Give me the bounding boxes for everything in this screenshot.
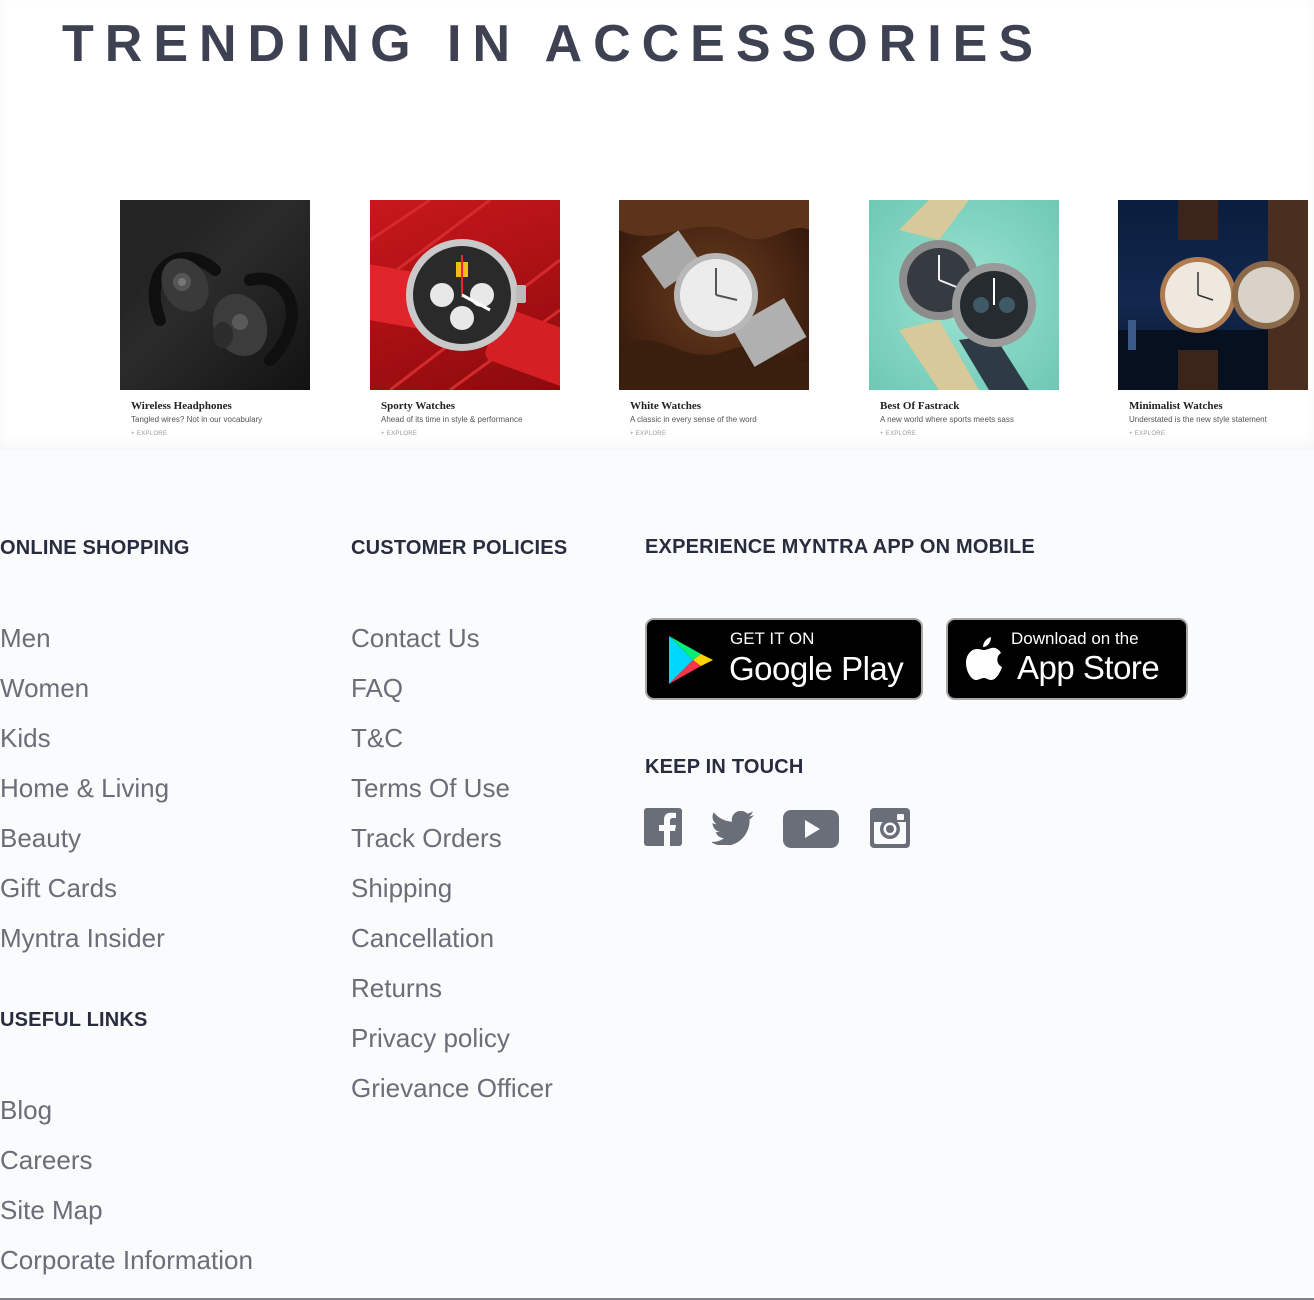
card-subtitle: Tangled wires? Not in our vocabulary [131,415,263,424]
card-title: Minimalist Watches [1129,400,1223,412]
app-store-small-text: Download on the [1011,629,1139,648]
card-explore-link[interactable]: + EXPLORE [630,431,666,437]
trending-section: TRENDING IN ACCESSORIES Wireless Headpho… [0,0,1314,450]
card-explore-link[interactable]: + EXPLORE [381,431,417,437]
trending-card-best-of-fastrack[interactable]: Best Of Fastrack A new world where sport… [869,200,1059,445]
wireless-headphones-image[interactable] [120,200,310,390]
footer-link-privacy-policy[interactable]: Privacy policy [351,1025,553,1075]
facebook-icon[interactable] [644,808,682,846]
footer-link-kids[interactable]: Kids [0,725,169,775]
trending-card-white-watches[interactable]: White Watches A classic in every sense o… [619,200,809,445]
footer-link-home-living[interactable]: Home & Living [0,775,169,825]
footer-link-tc[interactable]: T&C [351,725,553,775]
footer-link-cancellation[interactable]: Cancellation [351,925,553,975]
footer-link-blog[interactable]: Blog [0,1097,253,1147]
card-subtitle: Ahead of its time in style & performance [381,415,523,424]
best-of-fastrack-image[interactable] [869,200,1059,390]
footer-link-women[interactable]: Women [0,675,169,725]
trending-title: TRENDING IN ACCESSORIES [62,15,1045,73]
footer-link-myntra-insider[interactable]: Myntra Insider [0,925,169,975]
trending-card-sporty-watches[interactable]: Sporty Watches Ahead of its time in styl… [370,200,560,445]
card-subtitle: A classic in every sense of the word [630,415,757,424]
instagram-icon[interactable] [870,808,910,848]
twitter-icon[interactable] [712,811,754,845]
app-store-big-text: App Store [1017,649,1160,686]
online-shopping-heading: ONLINE SHOPPING [0,537,190,559]
card-subtitle: Understated is the new style statement [1129,415,1267,424]
footer-link-site-map[interactable]: Site Map [0,1197,253,1247]
card-explore-link[interactable]: + EXPLORE [880,431,916,437]
card-title: White Watches [630,400,701,412]
white-watches-image[interactable] [619,200,809,390]
footer-link-terms-of-use[interactable]: Terms Of Use [351,775,553,825]
google-play-big-text: Google Play [729,650,904,687]
footer-link-grievance-officer[interactable]: Grievance Officer [351,1075,553,1125]
app-heading: EXPERIENCE MYNTRA APP ON MOBILE [645,536,1035,558]
footer-link-careers[interactable]: Careers [0,1147,253,1197]
footer-link-track-orders[interactable]: Track Orders [351,825,553,875]
apple-icon [966,637,1002,680]
google-play-small-text: GET IT ON [730,629,815,648]
footer-link-corporate-information[interactable]: Corporate Information [0,1247,253,1297]
footer-link-contact-us[interactable]: Contact Us [351,625,553,675]
useful-links-heading: USEFUL LINKS [0,1009,148,1031]
app-store-button[interactable]: Download on the App Store [946,618,1188,700]
trending-card-wireless-headphones[interactable]: Wireless Headphones Tangled wires? Not i… [120,200,310,445]
site-footer: ONLINE SHOPPING Men Women Kids Home & Li… [0,450,1314,1300]
keep-in-touch-heading: KEEP IN TOUCH [645,756,804,778]
footer-link-faq[interactable]: FAQ [351,675,553,725]
card-explore-link[interactable]: + EXPLORE [131,431,167,437]
google-play-button[interactable]: GET IT ON Google Play [645,618,923,700]
useful-links-list: Blog Careers Site Map Corporate Informat… [0,1097,253,1297]
online-shopping-links: Men Women Kids Home & Living Beauty Gift… [0,625,169,975]
card-title: Best Of Fastrack [880,400,960,412]
footer-link-returns[interactable]: Returns [351,975,553,1025]
footer-link-gift-cards[interactable]: Gift Cards [0,875,169,925]
google-play-icon [669,636,713,684]
youtube-icon[interactable] [783,810,839,848]
card-subtitle: A new world where sports meets sass [880,415,1014,424]
card-explore-link[interactable]: + EXPLORE [1129,431,1165,437]
customer-policies-links: Contact Us FAQ T&C Terms Of Use Track Or… [351,625,553,1125]
minimalist-watches-image[interactable] [1118,200,1308,390]
sporty-watches-image[interactable] [370,200,560,390]
customer-policies-heading: CUSTOMER POLICIES [351,537,568,559]
footer-link-beauty[interactable]: Beauty [0,825,169,875]
card-title: Sporty Watches [381,400,456,412]
footer-link-men[interactable]: Men [0,625,169,675]
trending-card-minimalist-watches[interactable]: Minimalist Watches Understated is the ne… [1118,200,1308,445]
footer-link-shipping[interactable]: Shipping [351,875,553,925]
card-title: Wireless Headphones [131,400,232,412]
